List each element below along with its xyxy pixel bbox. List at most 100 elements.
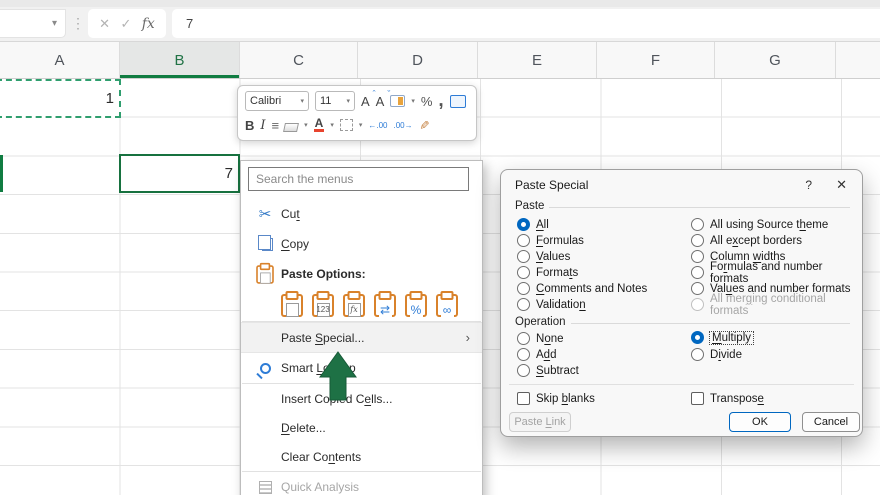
format-table-icon[interactable] xyxy=(390,95,406,107)
menu-item-quick-analysis[interactable]: Quick Analysis xyxy=(241,472,482,495)
italic-icon[interactable]: I xyxy=(260,118,265,133)
radio-paste-formulas[interactable]: Formulas xyxy=(517,233,584,248)
selected-cell-b3[interactable]: 7 xyxy=(119,154,240,193)
menu-item-copy[interactable]: Copy xyxy=(241,229,482,259)
copied-cell-a1[interactable]: 1 xyxy=(0,79,121,118)
font-name-select[interactable]: Calibri ▾ xyxy=(245,91,309,111)
menu-item-delete[interactable]: Delete... xyxy=(241,413,482,442)
cancel-icon[interactable]: ✕ xyxy=(99,16,110,32)
menu-item-label: Delete... xyxy=(281,420,326,435)
merge-center-icon[interactable] xyxy=(449,94,466,108)
menu-item-label: Clear Contents xyxy=(281,449,362,464)
borders-icon[interactable] xyxy=(339,119,353,131)
font-color-icon[interactable]: A xyxy=(313,117,325,132)
formula-input[interactable]: 7 xyxy=(172,9,880,38)
chevron-down-icon: ▾ xyxy=(346,98,350,105)
chevron-down-icon[interactable]: ▾ xyxy=(359,121,363,129)
mini-toolbar-row-2: B I ≡ ▾ A ▾ ▾ ←.00 .00→ ✎ xyxy=(245,114,469,136)
menu-item-insert-copied-cells[interactable]: Insert Copied Cells... xyxy=(241,384,482,413)
menu-item-smart-lookup[interactable]: Smart Lookup xyxy=(241,353,482,383)
checkbox-transpose[interactable]: Transpose xyxy=(691,391,764,406)
menu-item-label: Copy xyxy=(281,237,310,251)
radio-paste-values[interactable]: Values xyxy=(517,249,570,264)
menu-item-cut[interactable]: ✂ Cut xyxy=(241,199,482,229)
paste-options-row: 123 fx ⇄ % ∞ xyxy=(241,289,482,321)
paste-transpose-icon[interactable]: ⇄ xyxy=(374,293,396,317)
comma-style-icon[interactable]: , xyxy=(438,91,443,110)
paste-formatting-icon[interactable]: % xyxy=(405,293,427,317)
column-header-b-selected[interactable]: B xyxy=(120,42,240,78)
paste-special-dialog: Paste Special ? ✕ Paste All Formulas Val… xyxy=(500,169,863,437)
paste-link-icon[interactable]: ∞ xyxy=(436,293,458,317)
column-header-e[interactable]: E xyxy=(478,42,597,78)
radio-operation-none[interactable]: None xyxy=(517,331,564,346)
column-header-g[interactable]: G xyxy=(715,42,836,78)
name-box-chevron-icon[interactable]: ▾ xyxy=(52,18,57,29)
search-input[interactable] xyxy=(248,167,469,191)
radio-operation-multiply[interactable]: Multiply xyxy=(691,330,754,345)
radio-paste-all[interactable]: All xyxy=(517,217,549,232)
column-header-d[interactable]: D xyxy=(358,42,478,78)
radio-operation-add[interactable]: Add xyxy=(517,347,556,362)
column-header-c[interactable]: C xyxy=(240,42,358,78)
formula-bar-drag-dots-icon[interactable]: ⋮ xyxy=(71,13,85,33)
close-icon[interactable]: ✕ xyxy=(836,177,847,193)
font-name-value: Calibri xyxy=(250,95,282,107)
radio-indicator xyxy=(691,266,704,279)
dialog-divider xyxy=(509,384,854,385)
mini-toolbar-row-1: Calibri ▾ 11 ▾ Aˆ Aˇ ▾ % , xyxy=(245,89,469,112)
radio-all-source-theme[interactable]: All using Source theme xyxy=(691,217,828,232)
radio-operation-subtract[interactable]: Subtract xyxy=(517,363,579,378)
checkbox-indicator xyxy=(691,392,704,405)
ok-button[interactable]: OK xyxy=(729,412,791,432)
column-header-partial[interactable] xyxy=(836,42,880,78)
radio-indicator xyxy=(517,250,530,263)
radio-indicator xyxy=(517,348,530,361)
paste-formulas-icon[interactable]: fx xyxy=(343,293,365,317)
align-center-icon[interactable]: ≡ xyxy=(272,118,280,133)
chevron-down-icon: ▾ xyxy=(300,98,304,105)
dialog-title: Paste Special xyxy=(515,178,589,192)
radio-operation-divide[interactable]: Divide xyxy=(691,347,742,362)
decrease-decimal-icon[interactable]: .00→ xyxy=(393,121,412,130)
radio-indicator xyxy=(691,282,704,295)
radio-indicator xyxy=(517,266,530,279)
formula-bar: ▾ ⋮ ✕ ✓ fx 7 xyxy=(0,0,880,42)
chevron-down-icon[interactable]: ▾ xyxy=(330,121,334,129)
bold-icon[interactable]: B xyxy=(245,118,254,133)
format-painter-icon[interactable]: ✎ xyxy=(417,120,431,130)
chevron-down-icon[interactable]: ▾ xyxy=(304,121,308,129)
checkbox-indicator xyxy=(517,392,530,405)
checkbox-skip-blanks[interactable]: Skip blanks xyxy=(517,391,595,406)
formula-value: 7 xyxy=(186,16,194,31)
menu-item-label: Cut xyxy=(281,207,300,221)
radio-paste-comments-notes[interactable]: Comments and Notes xyxy=(517,281,647,296)
decrease-font-size-icon[interactable]: Aˇ xyxy=(376,89,391,109)
radio-all-except-borders[interactable]: All except borders xyxy=(691,233,802,248)
help-icon[interactable]: ? xyxy=(805,178,812,192)
paste-icon[interactable] xyxy=(281,293,303,317)
menu-item-clear-contents[interactable]: Clear Contents xyxy=(241,442,482,471)
name-box[interactable]: ▾ xyxy=(0,9,66,38)
radio-formulas-number-formats[interactable]: Formulas and number formats xyxy=(691,261,862,285)
radio-indicator xyxy=(517,282,530,295)
increase-font-size-icon[interactable]: Aˆ xyxy=(361,89,376,109)
column-header-f[interactable]: F xyxy=(597,42,715,78)
percent-style-icon[interactable]: % xyxy=(421,94,433,109)
radio-paste-validation[interactable]: Validation xyxy=(517,297,586,312)
menu-item-paste-special[interactable]: Paste Special... › xyxy=(241,322,482,353)
radio-indicator xyxy=(691,218,704,231)
radio-indicator xyxy=(517,298,530,311)
increase-decimal-icon[interactable]: ←.00 xyxy=(368,121,387,130)
chevron-down-icon[interactable]: ▾ xyxy=(411,97,415,105)
cell-b3-value: 7 xyxy=(224,165,233,182)
insert-function-icon[interactable]: fx xyxy=(142,16,155,32)
submenu-arrow-icon: › xyxy=(465,330,470,345)
radio-paste-formats[interactable]: Formats xyxy=(517,265,578,280)
cancel-button[interactable]: Cancel xyxy=(802,412,860,432)
enter-icon[interactable]: ✓ xyxy=(120,16,131,32)
paste-values-icon[interactable]: 123 xyxy=(312,293,334,317)
column-header-a[interactable]: A xyxy=(0,42,120,78)
fill-color-icon[interactable] xyxy=(283,122,300,132)
font-size-select[interactable]: 11 ▾ xyxy=(315,91,355,111)
